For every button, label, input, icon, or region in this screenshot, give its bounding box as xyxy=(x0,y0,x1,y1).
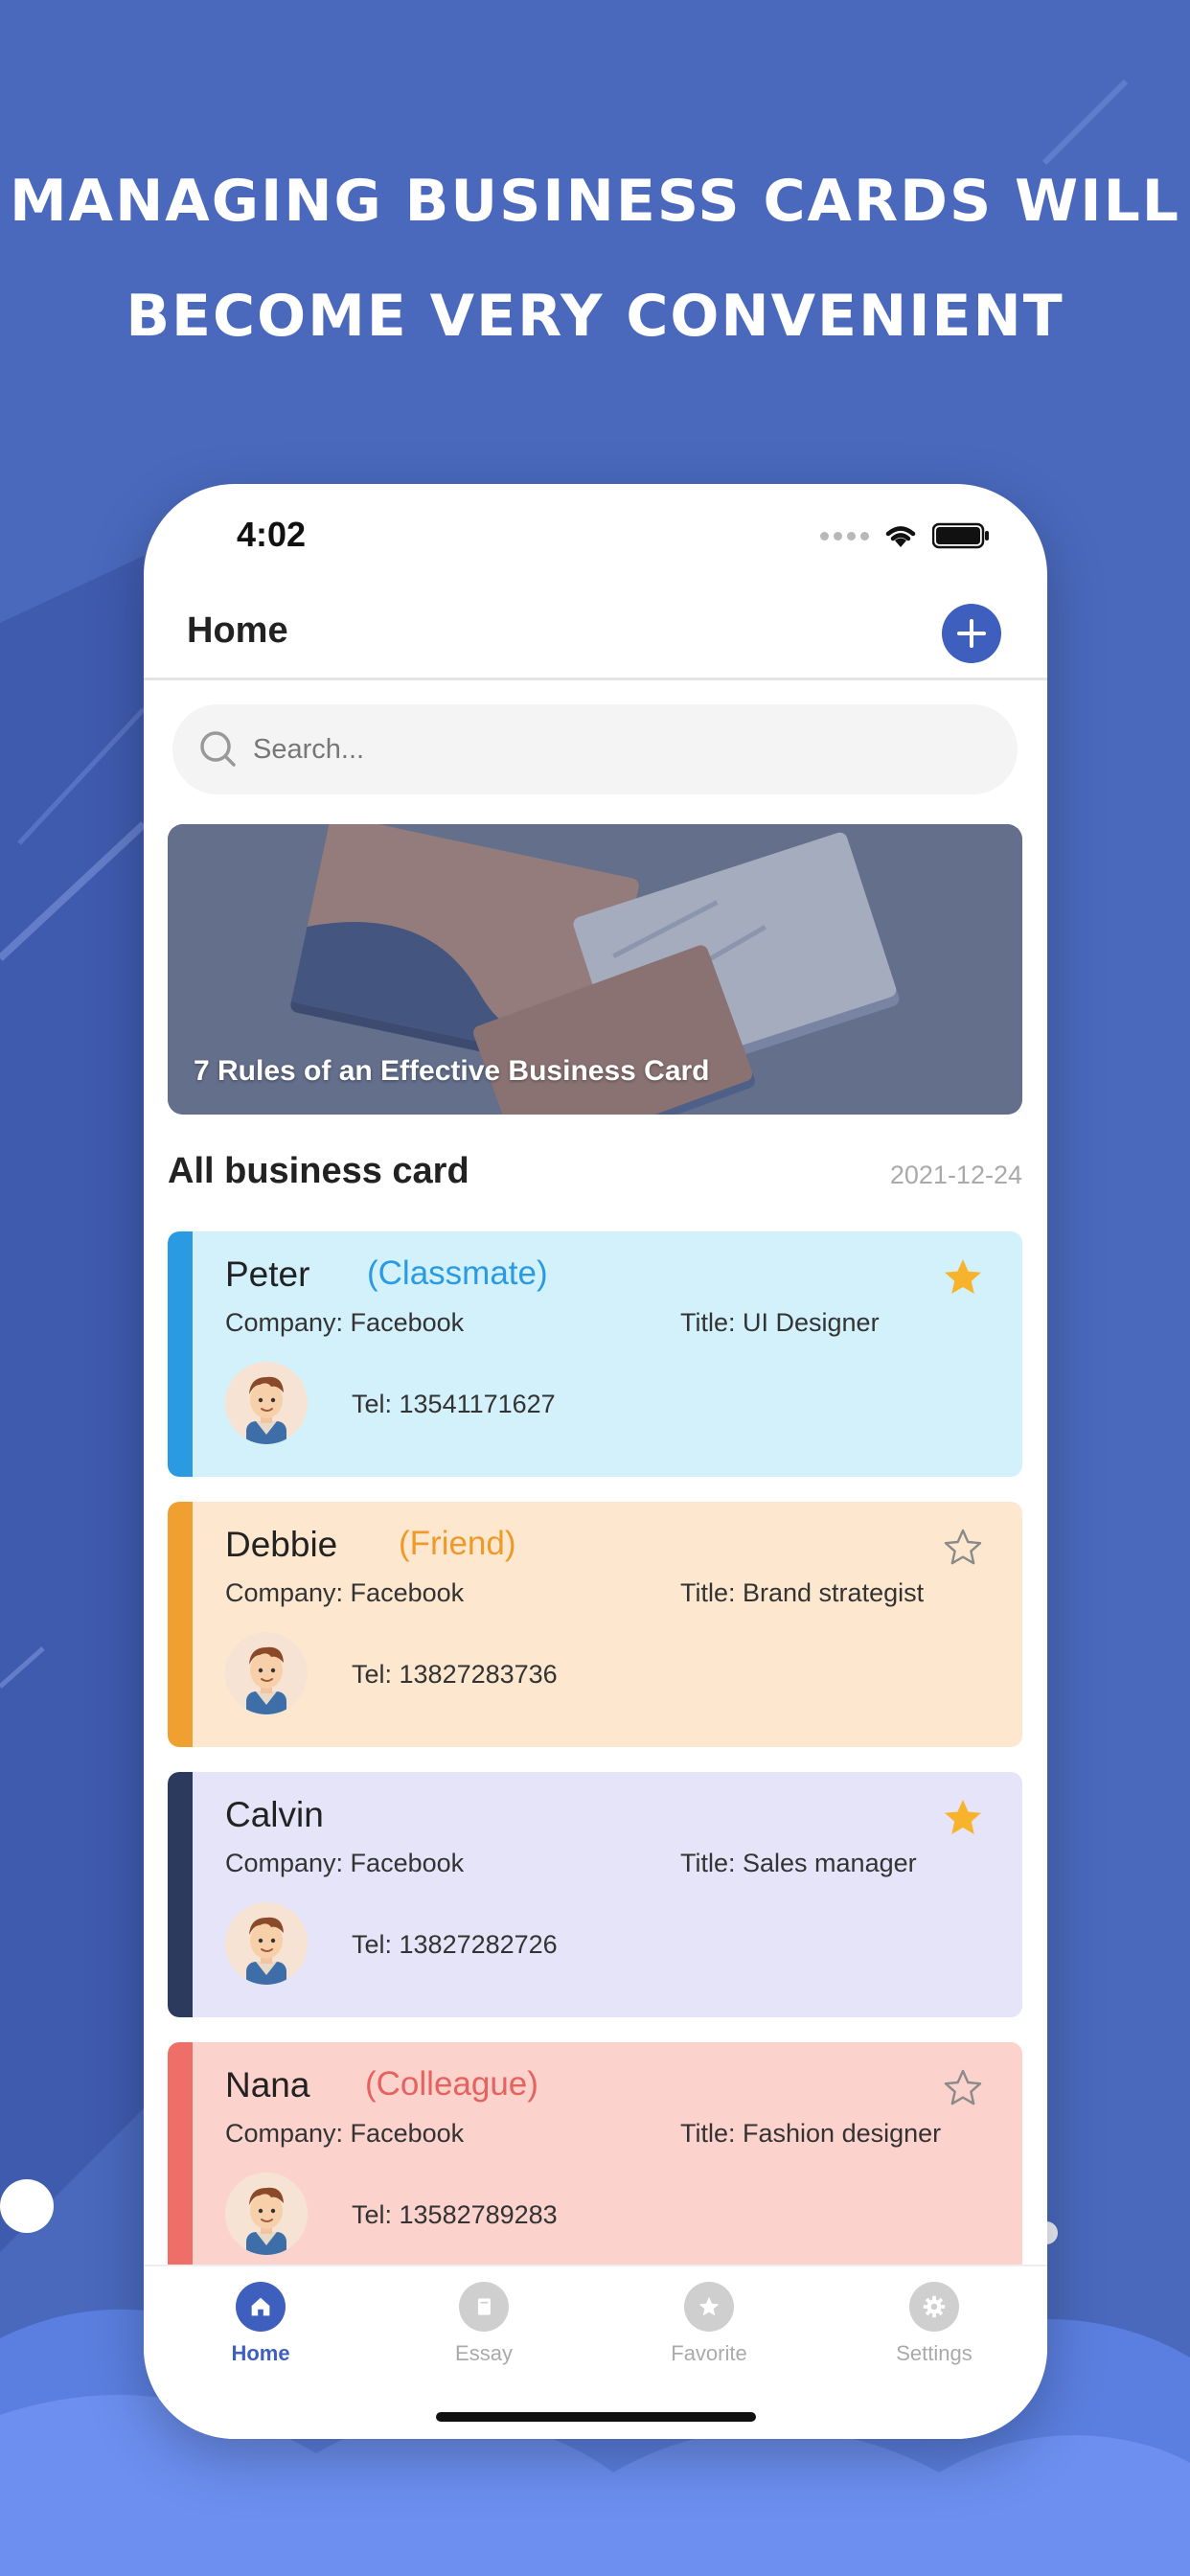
section-date: 2021-12-24 xyxy=(889,1161,1022,1189)
card-company: Company: Facebook xyxy=(225,1308,465,1337)
card-job-title: Title: Fashion designer xyxy=(680,2119,942,2148)
tab-essay[interactable]: Essay xyxy=(407,2282,561,2366)
card-name: Peter xyxy=(225,1254,310,1294)
star-outline-icon[interactable] xyxy=(942,2067,984,2109)
card-phone: Tel: 13582789283 xyxy=(352,2200,558,2229)
business-card[interactable]: Calvin Company: Facebook Title: Sales ma… xyxy=(168,1772,1022,2017)
signal-icon xyxy=(820,531,869,540)
avatar xyxy=(225,1362,308,1444)
headline-line-2: BECOME VERY CONVENIENT xyxy=(126,283,1064,350)
navigation-bar: Home xyxy=(144,589,1047,680)
avatar xyxy=(225,1632,308,1714)
card-name: Nana xyxy=(225,2065,310,2104)
card-color-stripe xyxy=(168,2042,193,2288)
tab-settings[interactable]: Settings xyxy=(858,2282,1011,2366)
card-company: Company: Facebook xyxy=(225,1578,465,1607)
home-icon xyxy=(236,2282,286,2332)
card-phone: Tel: 13541171627 xyxy=(352,1390,556,1418)
page-title: Home xyxy=(187,610,288,651)
card-name: Calvin xyxy=(225,1795,324,1834)
headline-line-1: MANAGING BUSINESS CARDS WILL xyxy=(9,168,1181,235)
card-job-title: Title: UI Designer xyxy=(680,1308,880,1337)
star-filled-icon[interactable] xyxy=(942,1256,984,1299)
card-color-stripe xyxy=(168,1231,193,1477)
card-phone: Tel: 13827283736 xyxy=(352,1660,558,1689)
card-relation-tag: (Colleague) xyxy=(365,2065,538,2103)
card-phone: Tel: 13827282726 xyxy=(352,1930,558,1959)
tab-label: Favorite xyxy=(671,2341,747,2365)
section-header: All business card 2021-12-24 xyxy=(168,1143,1022,1201)
search-bar[interactable] xyxy=(172,704,1018,794)
status-time: 4:02 xyxy=(237,515,307,554)
tab-label: Home xyxy=(231,2341,290,2365)
card-company: Company: Facebook xyxy=(225,2119,465,2148)
business-card[interactable]: Debbie (Friend) Company: Facebook Title:… xyxy=(168,1502,1022,1747)
search-icon xyxy=(200,731,236,767)
home-indicator xyxy=(436,2412,756,2422)
tab-label: Settings xyxy=(896,2341,973,2365)
book-icon xyxy=(459,2282,509,2332)
search-input[interactable] xyxy=(251,732,983,767)
star-outline-icon[interactable] xyxy=(942,1527,984,1569)
avatar xyxy=(225,2173,308,2255)
tab-favorite[interactable]: Favorite xyxy=(632,2282,786,2366)
gear-icon xyxy=(909,2282,959,2332)
promo-headline: MANAGING BUSINESS CARDS WILL BECOME VERY… xyxy=(0,144,1190,374)
card-relation-tag: (Friend) xyxy=(399,1525,516,1562)
status-icons xyxy=(820,522,990,549)
card-relation-tag: (Classmate) xyxy=(367,1254,548,1292)
wifi-icon xyxy=(885,526,916,547)
plus-icon xyxy=(957,619,986,648)
tab-label: Essay xyxy=(455,2341,513,2365)
star-filled-icon[interactable] xyxy=(942,1797,984,1839)
card-company: Company: Facebook xyxy=(225,1849,465,1877)
card-job-title: Title: Sales manager xyxy=(680,1849,917,1877)
card-list: Peter (Classmate) Company: Facebook Titl… xyxy=(168,1231,1022,2312)
star-icon xyxy=(684,2282,734,2332)
business-card[interactable]: Peter (Classmate) Company: Facebook Titl… xyxy=(168,1231,1022,1477)
phone-frame: 4:02 Home Search... 7 Rules of an Effect… xyxy=(144,484,1047,2439)
business-card[interactable]: Nana (Colleague) Company: Facebook Title… xyxy=(168,2042,1022,2288)
card-color-stripe xyxy=(168,1502,193,1747)
card-job-title: Title: Brand strategist xyxy=(680,1578,925,1607)
tab-home[interactable]: Home xyxy=(184,2282,337,2366)
banner-title: 7 Rules of an Effective Business Card xyxy=(194,1055,710,1087)
avatar xyxy=(225,1902,308,1985)
article-banner[interactable]: 7 Rules of an Effective Business Card xyxy=(168,824,1022,1115)
status-bar: 4:02 xyxy=(144,484,1047,589)
section-title: All business card xyxy=(168,1151,469,1191)
card-color-stripe xyxy=(168,1772,193,2017)
add-card-button[interactable] xyxy=(942,604,1001,663)
card-name: Debbie xyxy=(225,1525,338,1564)
battery-icon xyxy=(932,522,989,549)
